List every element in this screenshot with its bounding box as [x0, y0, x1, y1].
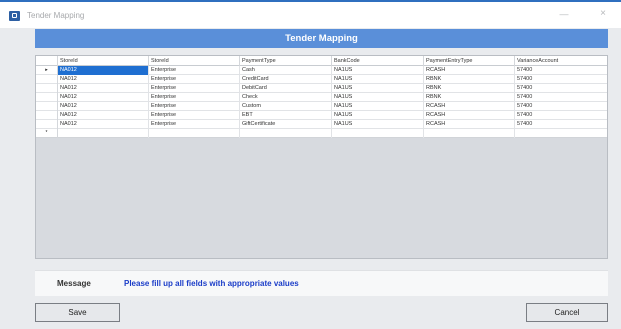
cell-paymententrytype[interactable]: RCASH: [424, 120, 515, 129]
cell-varianceaccount[interactable]: 57400: [515, 75, 607, 84]
row-selector[interactable]: [36, 102, 58, 111]
column-header-storeid[interactable]: StoreId: [58, 56, 149, 66]
table-row[interactable]: NA012 Enterprise EBT NA1US RCASH 57400: [36, 111, 607, 120]
cell-bankcode[interactable]: NA1US: [332, 93, 424, 102]
cell-paymententrytype[interactable]: RBNK: [424, 84, 515, 93]
cell-paymententrytype[interactable]: RBNK: [424, 75, 515, 84]
message-label: Message: [57, 279, 91, 288]
cell-paymententrytype[interactable]: RBNK: [424, 93, 515, 102]
cell-paymententrytype[interactable]: RCASH: [424, 102, 515, 111]
cell-paymenttype[interactable]: GiftCertificate: [240, 120, 332, 129]
cell-varianceaccount[interactable]: 57400: [515, 102, 607, 111]
title-bar[interactable]: Tender Mapping — ×: [0, 0, 621, 28]
cell-storeid-2[interactable]: Enterprise: [149, 120, 240, 129]
row-selector[interactable]: [36, 84, 58, 93]
cell-storeid-2[interactable]: Enterprise: [149, 84, 240, 93]
cell-varianceaccount[interactable]: 57400: [515, 93, 607, 102]
close-icon[interactable]: ×: [595, 7, 611, 21]
cell-storeid[interactable]: NA012: [58, 93, 149, 102]
cell-storeid[interactable]: NA012: [58, 66, 149, 75]
row-selector-header: [36, 56, 58, 66]
message-text: Please fill up all fields with appropria…: [124, 279, 299, 288]
message-bar: Message Please fill up all fields with a…: [35, 270, 608, 296]
page-title: Tender Mapping: [285, 33, 358, 44]
new-cell-paymenttype[interactable]: [240, 129, 332, 138]
table-row[interactable]: ▸ NA012 Enterprise Cash NA1US RCASH 57400: [36, 66, 607, 75]
cell-varianceaccount[interactable]: 57400: [515, 66, 607, 75]
table-row[interactable]: NA012 Enterprise CreditCard NA1US RBNK 57400: [36, 75, 607, 84]
cell-bankcode[interactable]: NA1US: [332, 102, 424, 111]
cell-storeid[interactable]: NA012: [58, 75, 149, 84]
tender-mapping-window: Tender Mapping — × Tender Mapping StoreI…: [0, 0, 621, 329]
cell-varianceaccount[interactable]: 57400: [515, 111, 607, 120]
cancel-button[interactable]: Cancel: [526, 303, 608, 322]
cell-storeid-2[interactable]: Enterprise: [149, 66, 240, 75]
cell-bankcode[interactable]: NA1US: [332, 84, 424, 93]
cell-storeid[interactable]: NA012: [58, 102, 149, 111]
minimize-icon[interactable]: —: [556, 7, 572, 21]
cell-storeid[interactable]: NA012: [58, 111, 149, 120]
grid-header: StoreId StoreId PaymentType BankCode Pay…: [36, 56, 607, 66]
save-button[interactable]: Save: [35, 303, 120, 322]
cell-varianceaccount[interactable]: 57400: [515, 120, 607, 129]
row-selector[interactable]: [36, 120, 58, 129]
column-header-paymententrytype[interactable]: PaymentEntryType: [424, 56, 515, 66]
table-row[interactable]: NA012 Enterprise Check NA1US RBNK 57400: [36, 93, 607, 102]
cell-varianceaccount[interactable]: 57400: [515, 84, 607, 93]
column-header-storeid-2[interactable]: StoreId: [149, 56, 240, 66]
cell-paymententrytype[interactable]: RCASH: [424, 66, 515, 75]
cell-storeid-2[interactable]: Enterprise: [149, 75, 240, 84]
new-cell-paymententrytype[interactable]: [424, 129, 515, 138]
cell-paymenttype[interactable]: EBT: [240, 111, 332, 120]
new-cell-storeid-2[interactable]: [149, 129, 240, 138]
cell-paymententrytype[interactable]: RCASH: [424, 111, 515, 120]
table-row[interactable]: NA012 Enterprise DebitCard NA1US RBNK 57400: [36, 84, 607, 93]
cell-paymenttype[interactable]: CreditCard: [240, 75, 332, 84]
table-row[interactable]: NA012 Enterprise GiftCertificate NA1US RCASH…: [36, 120, 607, 129]
cell-bankcode[interactable]: NA1US: [332, 120, 424, 129]
cell-paymenttype[interactable]: Cash: [240, 66, 332, 75]
column-header-bankcode[interactable]: BankCode: [332, 56, 424, 66]
new-row-selector[interactable]: *: [36, 129, 58, 138]
row-selector[interactable]: [36, 93, 58, 102]
new-cell-bankcode[interactable]: [332, 129, 424, 138]
cell-bankcode[interactable]: NA1US: [332, 66, 424, 75]
row-selector[interactable]: [36, 75, 58, 84]
table-row[interactable]: NA012 Enterprise Custom NA1US RCASH 57400: [36, 102, 607, 111]
cell-bankcode[interactable]: NA1US: [332, 75, 424, 84]
window-title: Tender Mapping: [27, 11, 85, 20]
cell-storeid-2[interactable]: Enterprise: [149, 111, 240, 120]
column-header-varianceaccount[interactable]: VarianceAccount: [515, 56, 607, 66]
header-band: Tender Mapping: [35, 29, 608, 48]
mapping-grid[interactable]: StoreId StoreId PaymentType BankCode Pay…: [35, 55, 608, 259]
new-cell-storeid[interactable]: [58, 129, 149, 138]
cell-storeid[interactable]: NA012: [58, 120, 149, 129]
row-selector[interactable]: [36, 111, 58, 120]
cell-paymenttype[interactable]: Custom: [240, 102, 332, 111]
cell-storeid-2[interactable]: Enterprise: [149, 102, 240, 111]
new-cell-varianceaccount[interactable]: [515, 129, 607, 138]
new-row[interactable]: *: [36, 129, 607, 138]
cell-bankcode[interactable]: NA1US: [332, 111, 424, 120]
app-icon: [9, 11, 20, 21]
cell-paymenttype[interactable]: Check: [240, 93, 332, 102]
cell-storeid[interactable]: NA012: [58, 84, 149, 93]
column-header-paymenttype[interactable]: PaymentType: [240, 56, 332, 66]
row-selector[interactable]: ▸: [36, 66, 58, 75]
cell-paymenttype[interactable]: DebitCard: [240, 84, 332, 93]
cell-storeid-2[interactable]: Enterprise: [149, 93, 240, 102]
